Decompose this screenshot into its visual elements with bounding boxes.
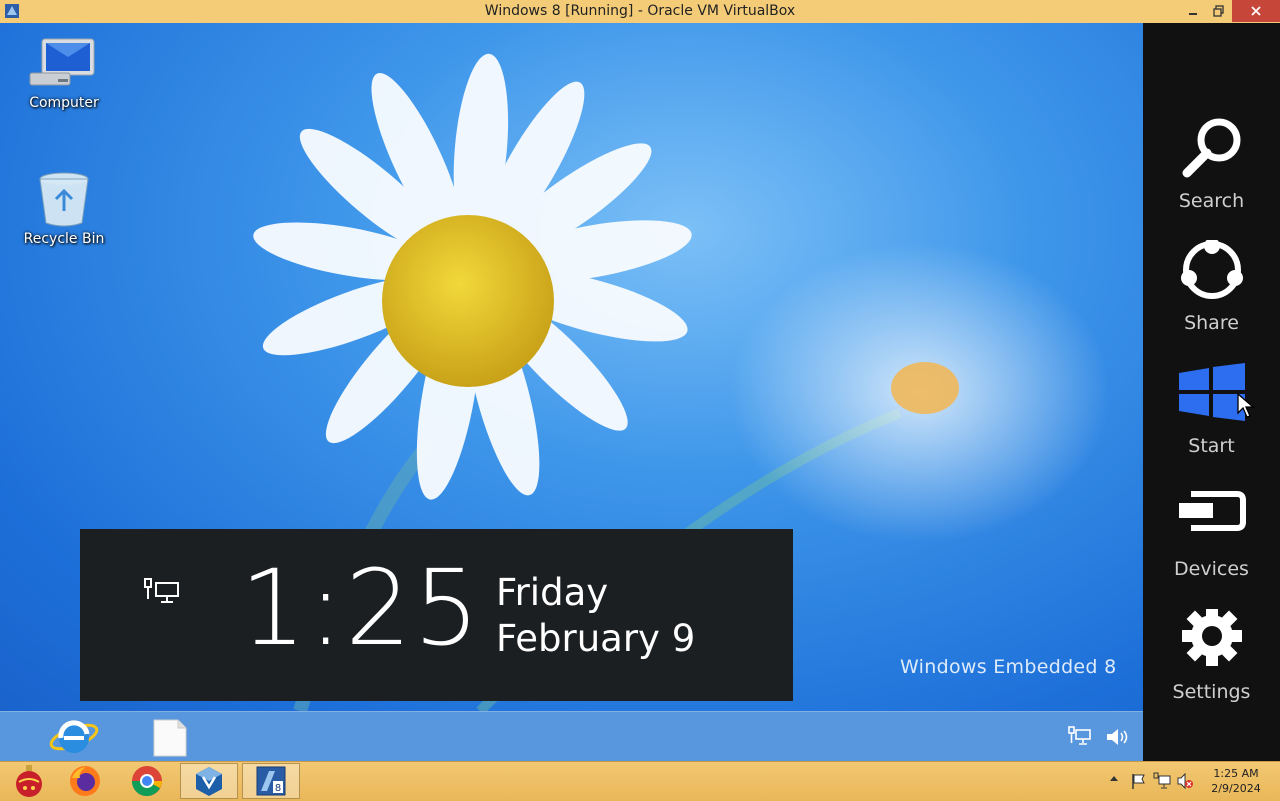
network-icon[interactable] [1068,726,1092,748]
host-taskbar: 8 1:25 AM 2/9/2024 [0,761,1280,801]
speaker-icon[interactable] [1105,726,1131,748]
windows8-vm-icon: 8 [256,766,286,796]
restore-icon [1213,5,1224,17]
muted-speaker-icon[interactable] [1176,772,1194,790]
charm-settings-label: Settings [1172,681,1251,703]
maximize-button[interactable] [1202,0,1236,22]
mouse-cursor-icon [1237,393,1255,418]
minimize-icon [1189,13,1197,15]
guest-taskbar [0,711,1143,762]
computer-icon [29,38,95,86]
clock-time: 1:25 [240,547,482,669]
blank-document-icon [153,719,187,757]
close-button[interactable] [1232,0,1280,22]
network-icon [144,578,179,603]
ornament-app-icon [16,765,42,797]
taskbar-app-firefox[interactable] [56,763,114,799]
charm-search-label: Search [1178,190,1245,212]
desktop-icon-recycle-bin[interactable]: Recycle Bin [14,171,114,247]
virtualbox-icon [196,767,222,796]
share-icon [1181,240,1243,299]
gear-icon [1182,609,1242,666]
internet-explorer-icon [49,720,99,753]
taskbar-app-windows8-vm[interactable]: 8 [242,763,300,799]
charm-share[interactable]: Share [1143,240,1280,350]
host-clock[interactable]: 1:25 AM 2/9/2024 [1196,766,1276,796]
show-hidden-icons-arrow[interactable] [1108,772,1120,786]
network-icon[interactable] [1153,772,1171,790]
charm-start-label: Start [1188,435,1235,457]
date-time-panel: 1:25 Friday February 9 [80,529,793,701]
desktop-icon-computer[interactable]: Computer [14,35,114,111]
charms-bar: Search Share Start Devices Settings [1143,23,1280,761]
internet-explorer-button[interactable] [48,716,100,762]
taskbar-app-virtualbox[interactable] [180,763,238,799]
charm-devices-label: Devices [1174,558,1249,580]
host-clock-time: 1:25 AM [1213,767,1259,780]
charm-devices[interactable]: Devices [1143,486,1280,596]
taskbar-app-ornament[interactable] [0,763,58,799]
recycle-bin-icon [39,172,89,227]
close-icon [1251,6,1261,16]
charm-search[interactable]: Search [1143,118,1280,228]
edition-watermark: Windows Embedded 8 [900,656,1117,678]
virtualbox-title-bar: Windows 8 [Running] - Oracle VM VirtualB… [0,0,1280,24]
window-title: Windows 8 [Running] - Oracle VM VirtualB… [484,3,796,19]
computer-icon-label: Computer [29,95,99,111]
recycle-bin-icon-label: Recycle Bin [23,231,105,247]
charm-share-label: Share [1184,312,1239,334]
chrome-icon [131,766,162,797]
search-icon [1182,118,1241,178]
charm-start[interactable]: Start [1143,363,1280,473]
devices-icon [1179,491,1246,531]
svg-text:8: 8 [275,783,281,794]
taskbar-app-chrome[interactable] [118,763,176,799]
host-clock-date: 2/9/2024 [1211,782,1261,795]
clock-date: February 9 [496,617,696,660]
clock-day: Friday [496,571,609,614]
action-center-flag-icon[interactable] [1130,772,1148,790]
charm-settings[interactable]: Settings [1143,609,1280,719]
firefox-icon [70,766,100,796]
blank-document-button[interactable] [150,716,190,762]
